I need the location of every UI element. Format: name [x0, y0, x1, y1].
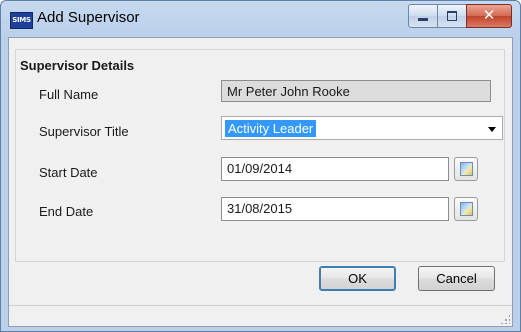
full-name-field: Mr Peter John Rooke: [221, 80, 491, 102]
start-date-calendar-button[interactable]: [454, 157, 478, 181]
cancel-button[interactable]: Cancel: [418, 266, 495, 291]
maximize-icon: [447, 11, 457, 21]
end-date-label: End Date: [39, 204, 94, 219]
start-date-label: Start Date: [39, 165, 98, 180]
end-date-input[interactable]: 31/08/2015: [221, 197, 449, 221]
maximize-button[interactable]: [437, 4, 467, 28]
end-date-calendar-button[interactable]: [454, 197, 478, 221]
full-name-label: Full Name: [39, 87, 99, 102]
window-title: Add Supervisor: [37, 9, 140, 26]
dialog-body: Supervisor Details Full Name Mr Peter Jo…: [8, 37, 513, 327]
calendar-icon: [460, 162, 473, 176]
supervisor-title-value: Activity Leader: [225, 120, 317, 137]
calendar-icon: [460, 202, 473, 216]
supervisor-title-label: Supervisor Title: [39, 124, 129, 139]
minimize-button[interactable]: [408, 4, 438, 28]
resize-grip-icon[interactable]: [500, 314, 510, 324]
start-date-input[interactable]: 01/09/2014: [221, 157, 449, 181]
add-supervisor-window: SIMS Add Supervisor ✕ Supervisor Details…: [0, 0, 521, 332]
close-icon: ✕: [482, 6, 496, 24]
window-controls: ✕: [408, 4, 512, 28]
minimize-icon: [418, 18, 428, 21]
close-button[interactable]: ✕: [466, 4, 512, 28]
group-title: Supervisor Details: [20, 58, 135, 73]
chevron-down-icon[interactable]: [488, 127, 496, 132]
ok-button[interactable]: OK: [319, 266, 396, 291]
title-bar[interactable]: SIMS Add Supervisor ✕: [1, 1, 520, 37]
sims-logo-icon: SIMS: [10, 12, 33, 29]
status-bar: [9, 305, 512, 326]
supervisor-title-dropdown[interactable]: Activity Leader: [221, 116, 503, 140]
